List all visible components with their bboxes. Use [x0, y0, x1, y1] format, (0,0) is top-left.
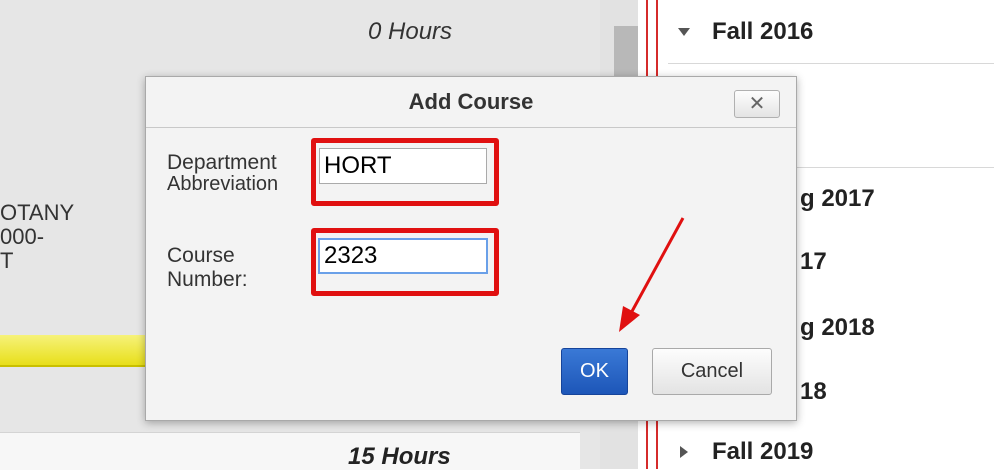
term-label[interactable]: Fall 2019 — [712, 438, 813, 466]
course-number-label-line: Number: — [167, 268, 248, 291]
term-label[interactable]: 17 — [800, 248, 827, 276]
term-label[interactable]: g 2017 — [800, 185, 875, 213]
term-label[interactable]: 18 — [800, 378, 827, 406]
hours-total-top: 0 Hours — [368, 18, 453, 45]
course-text-line: OTANY — [0, 200, 75, 225]
close-button[interactable]: ✕ — [734, 90, 780, 118]
department-label-line: Abbreviation — [167, 173, 279, 195]
course-text-line: T — [0, 248, 14, 273]
course-number-label-line: Course — [167, 244, 235, 267]
department-abbreviation-input[interactable] — [319, 148, 487, 184]
add-course-dialog: Add Course ✕ Department Abbreviation Cou… — [145, 76, 797, 421]
expand-down-icon[interactable] — [678, 28, 690, 36]
expand-right-icon[interactable] — [680, 446, 688, 458]
hours-total-row: 15 Hours — [0, 432, 580, 470]
close-icon: ✕ — [748, 93, 766, 115]
department-label: Department Abbreviation — [167, 151, 278, 196]
dialog-header: Add Course ✕ — [146, 77, 796, 128]
course-text-line: 000- — [0, 224, 45, 249]
term-label[interactable]: Fall 2016 — [712, 18, 813, 46]
cancel-button[interactable]: Cancel — [652, 348, 772, 395]
ok-button[interactable]: OK — [561, 348, 628, 395]
course-number-label: Course Number: — [167, 244, 248, 292]
hours-total-bottom: 15 Hours — [348, 443, 451, 470]
course-number-input[interactable] — [318, 238, 488, 274]
term-label[interactable]: g 2018 — [800, 314, 875, 342]
dialog-title: Add Course — [408, 89, 534, 114]
